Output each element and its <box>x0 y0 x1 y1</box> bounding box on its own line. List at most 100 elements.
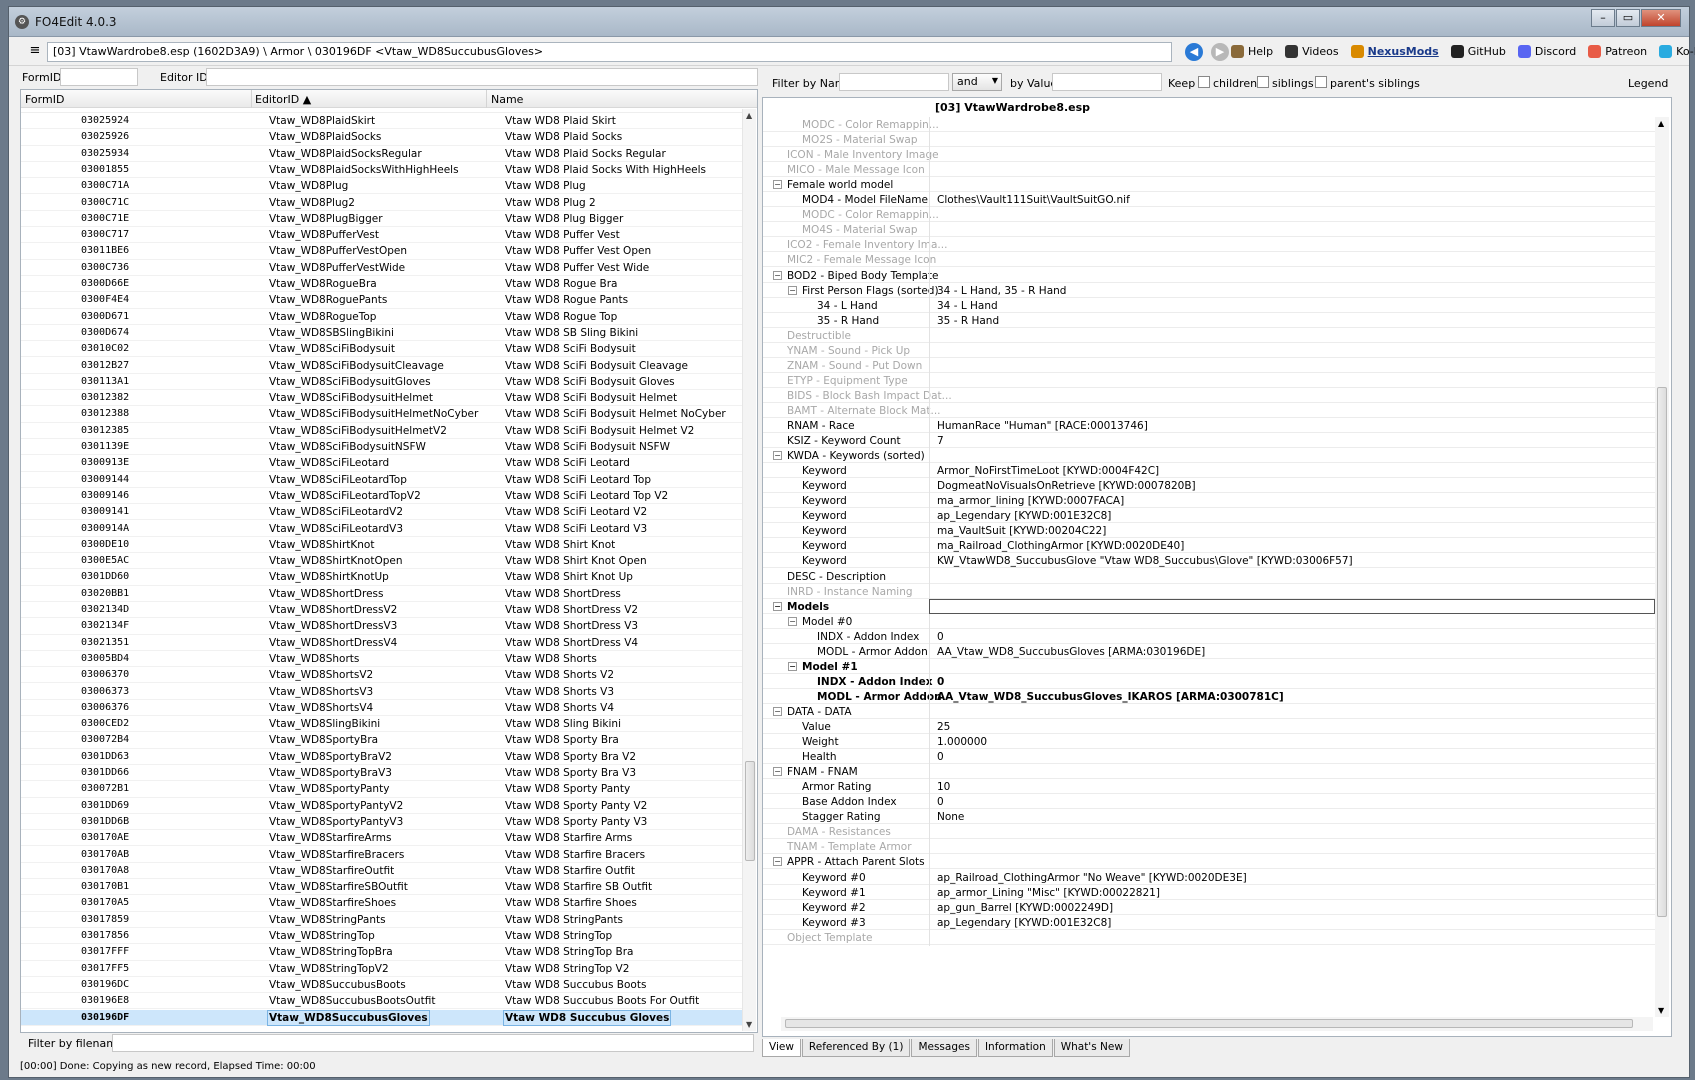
table-row[interactable]: 0301139E Vtaw_WD8SciFiBodysuitNSFW Vtaw WD… <box>21 439 743 456</box>
table-row[interactable]: 0300913E Vtaw_WD8SciFiLeotard Vtaw WD8 Sci… <box>21 455 743 472</box>
table-row[interactable]: 030170A5 Vtaw_WD8StarfireShoes Vtaw WD8 St… <box>21 895 743 912</box>
record-path-field[interactable]: [03] VtawWardrobe8.esp (1602D3A9) \ Armo… <box>47 42 1172 62</box>
tree-row[interactable]: 35 - R Hand 35 - R Hand <box>763 312 1655 329</box>
table-row[interactable]: 03005BD4 Vtaw_WD8Shorts Vtaw WD8 Shorts <box>21 651 743 668</box>
table-row[interactable]: 030170AE Vtaw_WD8StarfireArms Vtaw WD8 Sta… <box>21 830 743 847</box>
tree-row[interactable]: − BOD2 - Biped Body Template <box>763 267 1655 284</box>
table-row[interactable]: 03012382 Vtaw_WD8SciFiBodysuitHelmet Vtaw … <box>21 390 743 407</box>
link-github[interactable]: GitHub <box>1450 45 1506 58</box>
table-row[interactable]: 0300D671 Vtaw_WD8RogueTop Vtaw WD8 Rogue T… <box>21 309 743 325</box>
tree-row[interactable]: Keyword ma_Railroad_ClothingArmor [KYWD:0… <box>763 538 1655 555</box>
tree-row[interactable]: MODC - Color Remappin... <box>763 207 1655 224</box>
tree-row[interactable]: INDX - Addon Index 0 <box>763 628 1655 645</box>
tab-what-s-new[interactable]: What's New <box>1053 1039 1130 1057</box>
table-row[interactable]: 030196DC Vtaw_WD8SuccubusBoots Vtaw WD8 Su… <box>21 977 743 994</box>
tree-row[interactable]: Destructible <box>763 327 1655 344</box>
collapse-icon[interactable]: − <box>773 180 782 190</box>
parents-siblings-checkbox[interactable] <box>1315 76 1327 88</box>
tree-row[interactable]: Keyword KW_VtawWD8_SuccubusGlove "Vtaw WD… <box>763 553 1655 570</box>
collapse-icon[interactable]: − <box>788 285 797 295</box>
collapse-icon[interactable]: − <box>773 767 782 777</box>
table-row[interactable]: 03009146 Vtaw_WD8SciFiLeotardTopV2 Vtaw WD… <box>21 488 743 505</box>
tree-row[interactable]: MODL - Armor Addon AA_Vtaw_WD8_SuccubusGl… <box>763 643 1655 660</box>
tree-row[interactable]: ICO2 - Female Inventory Ima... <box>763 237 1655 254</box>
column-name[interactable]: Name <box>491 93 523 106</box>
scroll-down-icon[interactable]: ▼ <box>746 1020 752 1029</box>
tree-row[interactable]: RNAM - Race HumanRace "Human" [RACE:00013… <box>763 418 1655 434</box>
field-value[interactable]: ap_armor_Lining "Misc" [KYWD:00022821] <box>937 887 1160 899</box>
tree-row[interactable]: DAMA - Resistances <box>763 824 1655 841</box>
field-value[interactable]: AA_Vtaw_WD8_SuccubusGloves_IKAROS [ARMA:… <box>937 691 1284 703</box>
tree-row[interactable]: Keyword DogmeatNoVisualsOnRetrieve [KYWD:… <box>763 478 1655 495</box>
table-row[interactable]: 03011BE6 Vtaw_WD8PufferVestOpen Vtaw WD8 P… <box>21 243 743 260</box>
table-row[interactable]: 03017FF5 Vtaw_WD8StringTopV2 Vtaw WD8 Stri… <box>21 961 743 977</box>
column-editorid[interactable]: EditorID ▲ <box>255 93 311 106</box>
tab-messages[interactable]: Messages <box>911 1039 977 1057</box>
back-arrow-icon[interactable]: ◀ <box>1185 43 1203 61</box>
tree-row[interactable]: MODC - Color Remappin... <box>763 117 1655 133</box>
tree-row[interactable]: YNAM - Sound - Pick Up <box>763 342 1655 359</box>
collapse-icon[interactable]: − <box>773 601 782 611</box>
table-row[interactable]: 0301DD69 Vtaw_WD8SportyPantyV2 Vtaw WD8 Sp… <box>21 798 743 814</box>
table-row[interactable]: 03017856 Vtaw_WD8StringTop Vtaw WD8 String… <box>21 928 743 945</box>
table-row[interactable]: 0300C736 Vtaw_WD8PufferVestWide Vtaw WD8 P… <box>21 260 743 276</box>
field-value[interactable]: 34 - L Hand, 35 - R Hand <box>937 285 1066 297</box>
table-row[interactable]: 0300D674 Vtaw_WD8SBSlingBikini Vtaw WD8 SB… <box>21 325 743 342</box>
field-value[interactable]: 0 <box>937 676 944 688</box>
field-value[interactable]: DogmeatNoVisualsOnRetrieve [KYWD:0007820… <box>937 480 1196 492</box>
table-row[interactable]: 030196E8 Vtaw_WD8SuccubusBootsOutfit Vtaw … <box>21 993 743 1010</box>
tree-row[interactable]: MODL - Armor Addon AA_Vtaw_WD8_SuccubusGl… <box>763 688 1655 705</box>
tree-row[interactable]: MIC2 - Female Message Icon <box>763 252 1655 269</box>
collapse-icon[interactable]: − <box>788 616 797 626</box>
tree-row[interactable]: MOD4 - Model FileName Clothes\Vault111Sui… <box>763 192 1655 209</box>
field-value[interactable]: 0 <box>937 751 944 763</box>
table-row[interactable]: 030113A1 Vtaw_WD8SciFiBodysuitGloves Vtaw … <box>21 374 743 391</box>
table-row[interactable]: 030072B4 Vtaw_WD8SportyBra Vtaw WD8 Sporty… <box>21 732 743 749</box>
scroll-thumb[interactable] <box>745 761 755 861</box>
table-row[interactable]: 030170A8 Vtaw_WD8StarfireOutfit Vtaw WD8 S… <box>21 863 743 880</box>
link-discord[interactable]: Discord <box>1517 45 1576 58</box>
record-list-scrollbar[interactable]: ▲ ▼ <box>742 109 756 1031</box>
table-row[interactable]: 03021351 Vtaw_WD8ShortDressV4 Vtaw WD8 Sho… <box>21 635 743 651</box>
record-tree-scrollbar[interactable]: ▲ ▼ <box>1655 117 1669 1017</box>
column-formid[interactable]: FormID <box>25 93 64 106</box>
tree-row[interactable]: − Model #1 <box>763 658 1655 675</box>
link-videos[interactable]: Videos <box>1285 45 1339 58</box>
scroll-thumb[interactable] <box>1657 387 1667 917</box>
tree-row[interactable]: Base Addon Index 0 <box>763 794 1655 811</box>
tree-row[interactable]: Keyword #0 ap_Railroad_ClothingArmor "No … <box>763 869 1655 886</box>
table-row[interactable]: 03001855 Vtaw_WD8PlaidSocksWithHighHeels V… <box>21 162 743 179</box>
table-row[interactable]: 0300E5AC Vtaw_WD8ShirtKnotOpen Vtaw WD8 Sh… <box>21 553 743 570</box>
tree-row[interactable]: Object Template <box>763 929 1655 946</box>
tree-row[interactable]: − FNAM - FNAM <box>763 764 1655 781</box>
tree-row[interactable]: Stagger Rating None <box>763 809 1655 826</box>
link-ko-fi[interactable]: Ko-Fi <box>1659 45 1695 58</box>
siblings-checkbox[interactable] <box>1257 76 1269 88</box>
editorid-filter-input[interactable] <box>206 68 758 86</box>
table-row[interactable]: 030072B1 Vtaw_WD8SportyPanty Vtaw WD8 Spor… <box>21 781 743 798</box>
table-row[interactable]: 0300C71E Vtaw_WD8PlugBigger Vtaw WD8 Plug … <box>21 211 743 228</box>
close-button[interactable]: ✕ <box>1641 9 1681 27</box>
tree-row[interactable]: MO2S - Material Swap <box>763 132 1655 149</box>
tree-row[interactable]: Health 0 <box>763 749 1655 766</box>
table-row[interactable]: 0300C717 Vtaw_WD8PufferVest Vtaw WD8 Puffe… <box>21 227 743 244</box>
tree-row[interactable]: BAMT - Alternate Block Mat... <box>763 402 1655 419</box>
filter-by-value-input[interactable] <box>1052 73 1162 91</box>
tree-row[interactable]: ICON - Male Inventory Image <box>763 147 1655 164</box>
field-value[interactable]: 35 - R Hand <box>937 315 999 327</box>
link-nexusmods[interactable]: NexusMods <box>1350 45 1439 58</box>
field-value[interactable]: None <box>937 811 964 823</box>
horizontal-scrollbar[interactable] <box>781 1017 1653 1031</box>
table-row[interactable]: 0301DD66 Vtaw_WD8SportyBraV3 Vtaw WD8 Spor… <box>21 765 743 782</box>
tree-row[interactable]: Keyword Armor_NoFirstTimeLoot [KYWD:0004F… <box>763 463 1655 480</box>
tree-row[interactable]: ETYP - Equipment Type <box>763 372 1655 389</box>
minimize-button[interactable]: – <box>1591 9 1615 27</box>
table-row[interactable]: 0302134D Vtaw_WD8ShortDressV2 Vtaw WD8 Sho… <box>21 602 743 619</box>
tab-view[interactable]: View <box>762 1039 801 1057</box>
table-row[interactable]: 0300DE10 Vtaw_WD8ShirtKnot Vtaw WD8 Shirt … <box>21 537 743 554</box>
collapse-icon[interactable]: − <box>773 270 782 280</box>
table-row[interactable]: 0300F4E4 Vtaw_WD8RoguePants Vtaw WD8 Rogue… <box>21 292 743 309</box>
field-value[interactable]: Clothes\Vault111Suit\VaultSuitGO.nif <box>937 194 1130 206</box>
table-row[interactable]: 03006376 Vtaw_WD8ShortsV4 Vtaw WD8 Shorts … <box>21 700 743 717</box>
tree-row[interactable]: ZNAM - Sound - Put Down <box>763 357 1655 374</box>
